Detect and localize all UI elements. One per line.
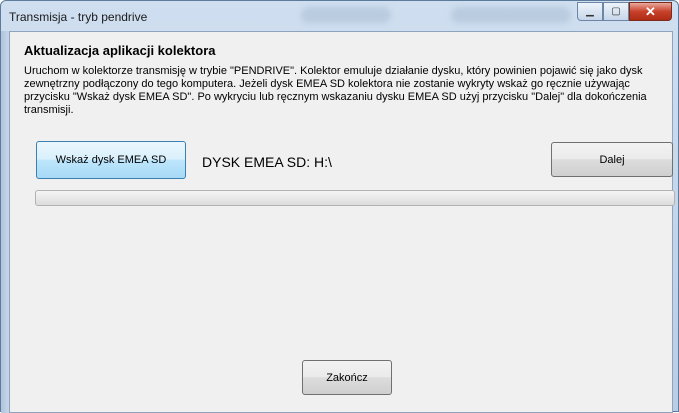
client-area: Aktualizacja aplikacji kolektora Uruchom… [9,31,675,413]
title-bar-blur [451,7,571,23]
close-icon: ✕ [645,3,656,19]
finish-button[interactable]: Zakończ [302,360,392,395]
title-bar[interactable]: Transmisja - tryb pendrive ▁ ▢ ✕ [1,1,678,31]
disk-path-label: DYSK EMEA SD: H:\ [202,154,332,170]
instructions-text: Uruchom w kolektorze transmisję w trybie… [24,65,647,116]
close-button[interactable]: ✕ [629,2,672,21]
section-heading: Aktualizacja aplikacji kolektora [24,43,216,58]
minimize-button[interactable]: ▁ [577,2,603,21]
title-bar-blur [301,7,391,23]
minimize-icon: ▁ [586,6,594,17]
window-frame-left [1,31,9,413]
next-button[interactable]: Dalej [551,142,673,177]
progress-bar [35,190,675,206]
maximize-icon: ▢ [611,6,621,17]
maximize-button[interactable]: ▢ [603,2,629,21]
caption-buttons: ▁ ▢ ✕ [577,2,672,22]
select-disk-button[interactable]: Wskaż dysk EMEA SD [36,141,186,179]
window-title: Transmisja - tryb pendrive [9,10,148,24]
app-window: Transmisja - tryb pendrive ▁ ▢ ✕ Aktuali… [0,0,679,413]
